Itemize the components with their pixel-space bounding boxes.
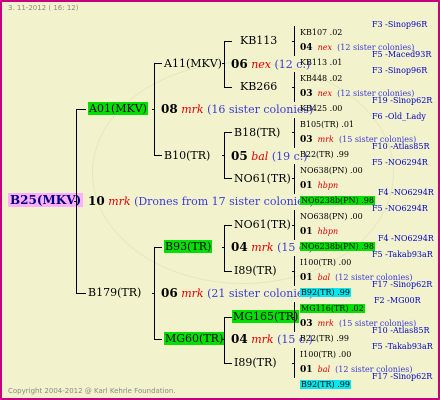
gen2-mark-1: nex bbox=[251, 58, 272, 71]
grandparent-queen-3[interactable]: B93(TR) bbox=[164, 240, 213, 253]
parent-queen-2[interactable]: B179(TR) bbox=[88, 286, 141, 299]
copyright-footer: Copyright 2004-2012 @ Karl Kehrle Founda… bbox=[8, 387, 176, 395]
gen2-mark-3: mrk bbox=[251, 241, 274, 254]
ggp-queen-5[interactable]: NO61(TR) bbox=[234, 218, 291, 231]
gen2-year-2: 05 bbox=[231, 149, 248, 163]
pedigree-canvas: 3. 11-2012 ( 16: 12) Copyright 2004-2012… bbox=[0, 0, 440, 400]
parent-queen-1[interactable]: A01(MKV) bbox=[88, 102, 148, 115]
leaf-origin: F5 -Maced93R bbox=[372, 50, 432, 59]
ggp-queen-6[interactable]: I89(TR) bbox=[234, 264, 277, 277]
gen1-mark-1: mrk bbox=[181, 103, 204, 116]
leaf-queen[interactable]: B92(TR) .99 bbox=[300, 380, 351, 389]
leaf-origin: F3 -Sinop96R bbox=[372, 20, 428, 29]
leaf-origin: F5 -Takab93aR bbox=[372, 250, 433, 259]
leaf-origin: F17 -Sinop62R bbox=[372, 372, 433, 381]
ggp-queen-1[interactable]: KB113 bbox=[240, 34, 277, 47]
ggp-queen-8[interactable]: I89(TR) bbox=[234, 356, 277, 369]
gen1-note-1: (16 sister colonies) bbox=[207, 103, 314, 116]
gen2-year-1: 06 bbox=[231, 57, 248, 71]
root-note: (Drones from 17 sister colonies) bbox=[134, 195, 314, 208]
leaf-origin: F5 -NO6294R bbox=[372, 204, 428, 213]
gen1-year-2: 06 bbox=[161, 286, 178, 300]
ggp-queen-7[interactable]: MG165(TR) bbox=[232, 310, 300, 323]
leaf-origin: F5 -NO6294R bbox=[372, 158, 428, 167]
gen2-year-3: 04 bbox=[231, 240, 248, 254]
leaf-origin: F4 -NO6294R bbox=[378, 188, 434, 197]
leaf-origin: F5 -Takab93aR bbox=[372, 342, 433, 351]
gen2-year-4: 04 bbox=[231, 332, 248, 346]
gen2-mark-4: mrk bbox=[251, 333, 274, 346]
grandparent-queen-1[interactable]: A11(MKV) bbox=[164, 57, 222, 70]
leaf-origin: F4 -NO6294R bbox=[378, 234, 434, 243]
gen1-drone-info-2: 06 mrk (21 sister colonies) bbox=[161, 286, 313, 300]
root-mark: mrk bbox=[108, 195, 131, 208]
grandparent-queen-2[interactable]: B10(TR) bbox=[164, 149, 210, 162]
root-queen[interactable]: B25(MKV) bbox=[8, 193, 84, 207]
ggp-queen-2[interactable]: KB266 bbox=[240, 80, 277, 93]
gen1-drone-info-1: 08 mrk (16 sister colonies) bbox=[161, 102, 313, 116]
gen1-note-2: (21 sister colonies) bbox=[207, 287, 314, 300]
leaf-origin: F3 -Sinop96R bbox=[372, 66, 428, 75]
leaf-origin: F19 -Sinop62R bbox=[372, 96, 433, 105]
leaf-origin: F2 -MG00R bbox=[374, 296, 421, 305]
root-drone-info: 10 mrk (Drones from 17 sister colonies) bbox=[88, 194, 314, 208]
leaf-origin: F10 -Atlas85R bbox=[372, 142, 430, 151]
leaf-row: B92(TR) .99 F17 -Sinop62R bbox=[300, 372, 432, 391]
ggp-queen-3[interactable]: B18(TR) bbox=[234, 126, 280, 139]
leaf-origin: F17 -Sinop62R bbox=[372, 280, 433, 289]
gen1-year-1: 08 bbox=[161, 102, 178, 116]
gen1-mark-2: mrk bbox=[181, 287, 204, 300]
root-year: 10 bbox=[88, 194, 105, 208]
gen2-drone-info-1: 06 nex (12 c.) bbox=[231, 57, 310, 71]
leaf-origin: F10 -Atlas85R bbox=[372, 326, 430, 335]
leaf-origin: F6 -Old_Lady bbox=[372, 112, 426, 121]
ggp-queen-4[interactable]: NO61(TR) bbox=[234, 172, 291, 185]
timestamp-header: 3. 11-2012 ( 16: 12) bbox=[8, 4, 79, 12]
grandparent-queen-4[interactable]: MG60(TR) bbox=[164, 332, 225, 345]
gen2-drone-info-2: 05 bal (19 c.) bbox=[231, 149, 308, 163]
gen2-mark-2: bal bbox=[251, 150, 269, 163]
